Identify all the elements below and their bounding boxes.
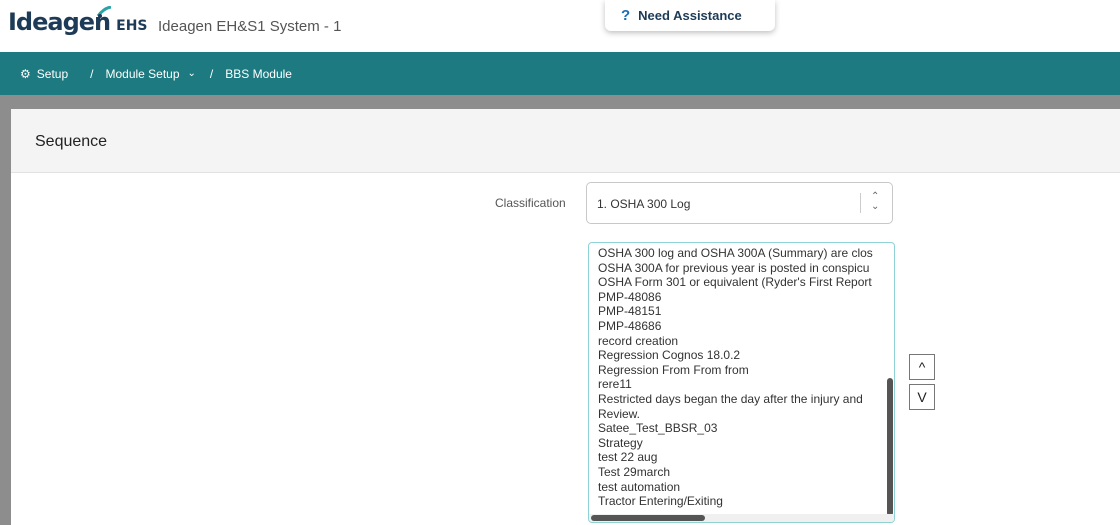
- need-assistance-label: Need Assistance: [638, 8, 742, 23]
- list-item[interactable]: PMP-48151: [598, 304, 888, 319]
- breadcrumb-module-setup[interactable]: Module Setup: [105, 67, 179, 81]
- list-item[interactable]: Strategy: [598, 436, 888, 451]
- list-item[interactable]: Review.: [598, 407, 888, 422]
- list-item[interactable]: rere11: [598, 377, 888, 392]
- list-item[interactable]: Regression From From from: [598, 363, 888, 378]
- list-item[interactable]: Restricted days began the day after the …: [598, 392, 888, 407]
- chevron-down-icon[interactable]: ⌄: [188, 68, 196, 79]
- gear-icon: ⚙: [20, 66, 31, 81]
- list-item[interactable]: PMP-48086: [598, 290, 888, 305]
- list-item[interactable]: PMP-48686: [598, 319, 888, 334]
- horizontal-scrollbar-thumb[interactable]: [591, 515, 705, 521]
- move-down-button[interactable]: V: [909, 384, 935, 410]
- ideagen-logo[interactable]: Ideagen EHS: [8, 6, 148, 36]
- help-icon: ?: [621, 7, 631, 24]
- list-item[interactable]: OSHA 300A for previous year is posted in…: [598, 261, 888, 276]
- breadcrumb-setup[interactable]: Setup: [37, 67, 68, 81]
- top-header: Ideagen EHS Ideagen EH&S1 System - 1: [0, 0, 1120, 52]
- logo-ehs-text: EHS: [116, 18, 148, 34]
- breadcrumb-separator: /: [90, 66, 94, 81]
- classification-select[interactable]: 1. OSHA 300 Log ⌃ ⌄: [586, 182, 893, 224]
- logo-mark-icon: [96, 6, 112, 18]
- app-title: Ideagen EH&S1 System - 1: [158, 18, 342, 35]
- sequence-listbox[interactable]: OSHA 300 log and OSHA 300A (Summary) are…: [588, 242, 895, 523]
- list-item[interactable]: Regression Cognos 18.0.2: [598, 348, 888, 363]
- list-item[interactable]: test 22 aug: [598, 450, 888, 465]
- list-item[interactable]: OSHA Form 301 or equivalent (Ryder's Fir…: [598, 275, 888, 290]
- list-item[interactable]: record creation: [598, 334, 888, 349]
- sequence-panel: Sequence: [11, 109, 1120, 525]
- select-divider: [860, 193, 861, 213]
- breadcrumb-bbs-module: BBS Module: [225, 66, 292, 81]
- vertical-scrollbar[interactable]: [887, 378, 893, 516]
- logo-wordmark: Ideagen: [8, 8, 111, 36]
- horizontal-scrollbar-track[interactable]: [589, 514, 894, 522]
- list-item[interactable]: Test 29march: [598, 465, 888, 480]
- page-title: Sequence: [35, 133, 108, 150]
- list-item[interactable]: Tractor Entering/Exiting: [598, 494, 888, 509]
- list-item[interactable]: OSHA 300 log and OSHA 300A (Summary) are…: [598, 246, 888, 261]
- move-up-button[interactable]: ^: [909, 354, 935, 380]
- list-item[interactable]: Satee_Test_BBSR_03: [598, 421, 888, 436]
- need-assistance-button[interactable]: ? Need Assistance: [605, 0, 775, 31]
- classification-value: 1. OSHA 300 Log: [597, 197, 691, 211]
- breadcrumb: ⚙ Setup / Module Setup ⌄ / BBS Module: [0, 52, 1120, 95]
- sequence-list: OSHA 300 log and OSHA 300A (Summary) are…: [598, 246, 888, 509]
- panel-header: Sequence: [11, 109, 1120, 173]
- breadcrumb-separator: /: [209, 66, 214, 81]
- classification-label: Classification: [495, 196, 566, 210]
- list-item[interactable]: test automation: [598, 480, 888, 495]
- up-down-chevron-icon: ⌃ ⌄: [871, 191, 880, 212]
